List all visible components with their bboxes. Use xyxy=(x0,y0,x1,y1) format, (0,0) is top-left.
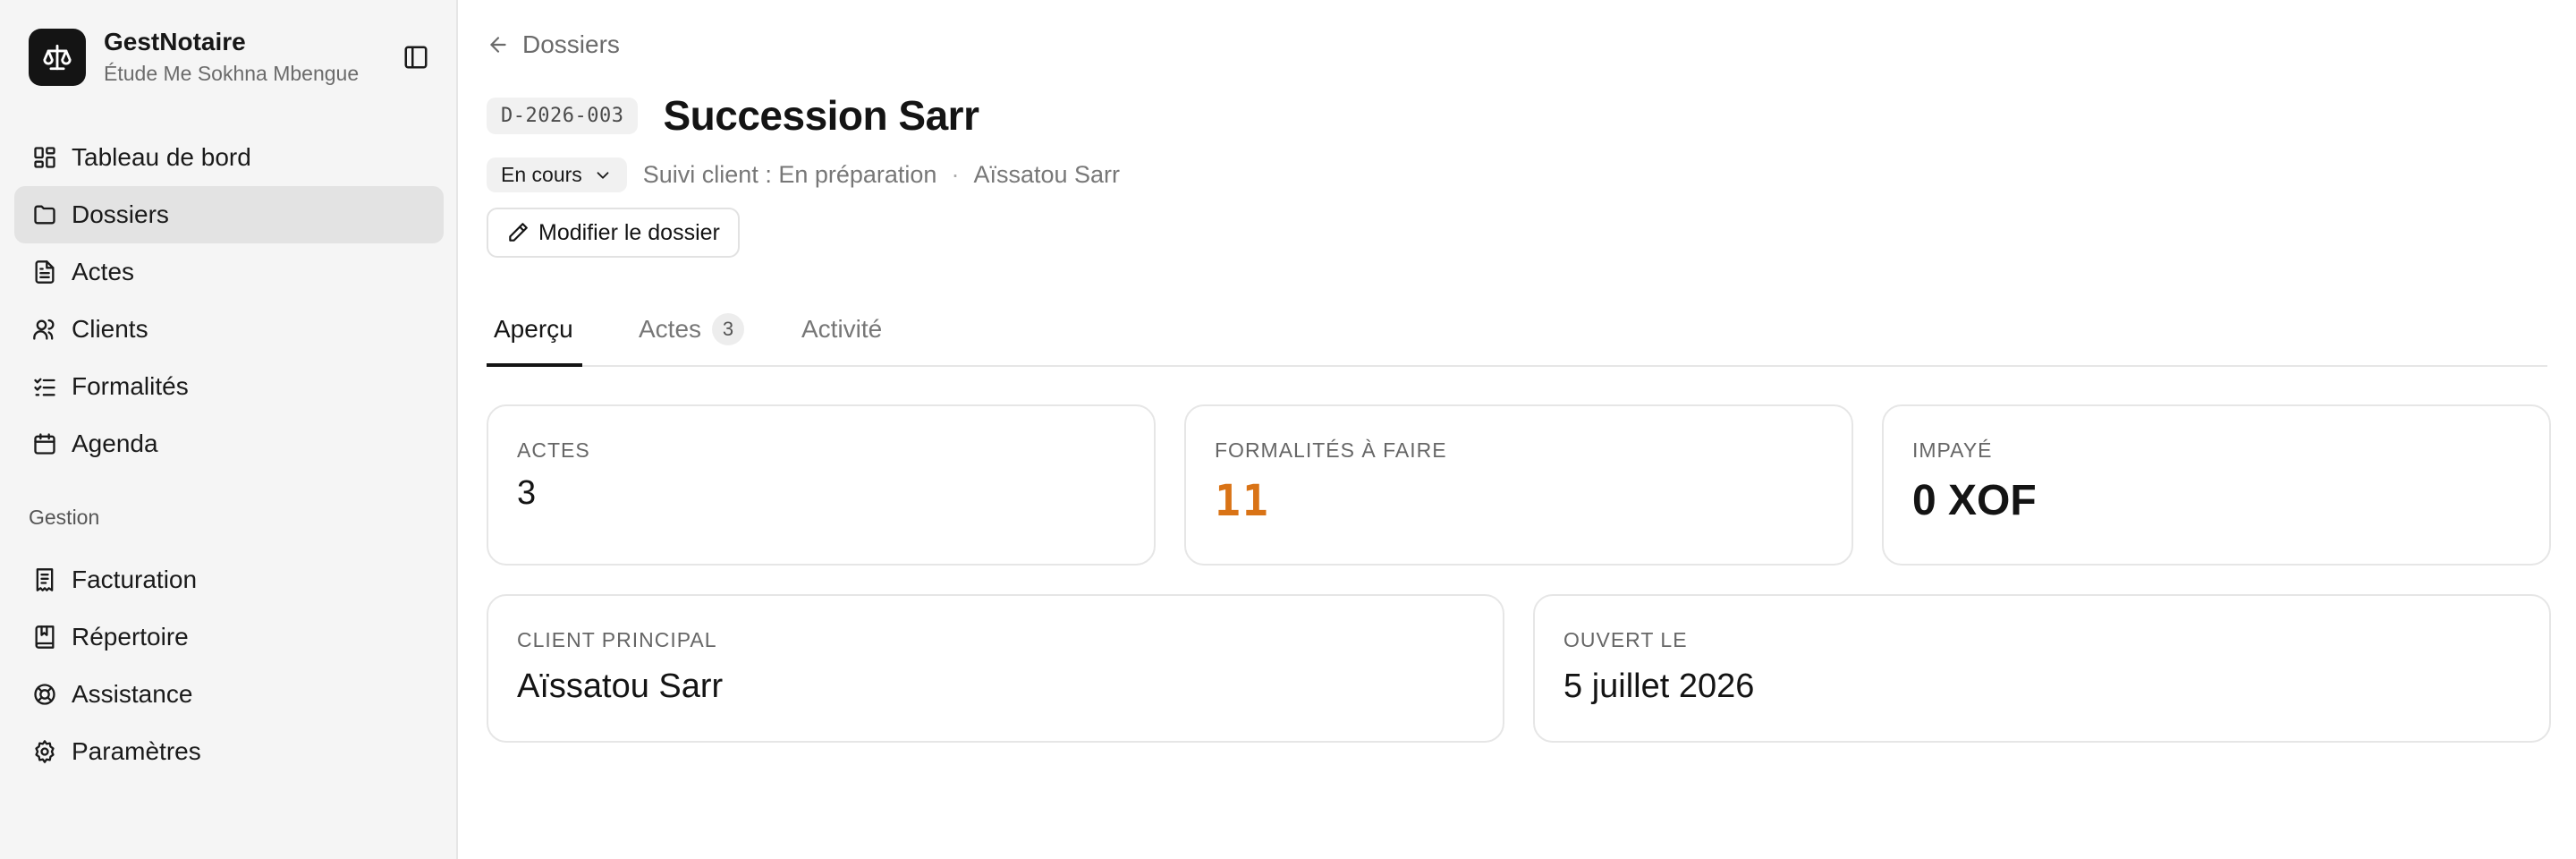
edit-dossier-label: Modifier le dossier xyxy=(538,219,720,245)
sidebar-item-dossiers[interactable]: Dossiers xyxy=(14,186,444,243)
list-checks-icon xyxy=(30,372,59,401)
title-row: D-2026-003 Succession Sarr xyxy=(487,91,979,140)
file-text-icon xyxy=(30,258,59,286)
back-to-dossiers-link[interactable]: Dossiers xyxy=(487,30,620,59)
receipt-icon xyxy=(30,566,59,594)
sidebar-item-label: Clients xyxy=(72,315,148,343)
stat-label: FORMALITÉS À FAIRE xyxy=(1215,438,1447,462)
sidebar-item-label: Agenda xyxy=(72,430,158,457)
chevron-down-icon xyxy=(582,166,613,185)
gear-icon xyxy=(30,737,59,766)
sidebar-item-label: Tableau de bord xyxy=(72,143,251,171)
stat-value: 11 xyxy=(1215,476,1270,526)
client-follow-status: Suivi client : En préparation xyxy=(642,161,937,188)
tab-label: Activité xyxy=(801,315,883,343)
brand: GestNotaire Étude Me Sokhna Mbengue xyxy=(29,27,359,88)
info-value: 5 juillet 2026 xyxy=(1563,668,1755,705)
life-buoy-icon xyxy=(30,680,59,709)
tab-count-badge: 3 xyxy=(712,313,745,345)
tab-activite[interactable]: Activité xyxy=(801,304,882,367)
sidebar-toggle-icon[interactable] xyxy=(399,40,433,74)
stat-card-actes: ACTES 3 xyxy=(487,404,1156,566)
calendar-icon xyxy=(30,430,59,458)
sidebar-item-actes[interactable]: Actes xyxy=(14,243,444,301)
sidebar-item-label: Dossiers xyxy=(72,200,169,228)
dossier-tabs: Aperçu Actes 3 Activité xyxy=(487,304,2547,367)
sidebar-item-formalites[interactable]: Formalités xyxy=(14,358,444,415)
sidebar-nav: Tableau de bord Dossiers Actes Clients F… xyxy=(14,129,444,780)
tab-label: Aperçu xyxy=(494,315,573,343)
dossier-reference-badge: D-2026-003 xyxy=(487,97,639,134)
stat-card-impaye: IMPAYÉ 0 XOF xyxy=(1882,404,2551,566)
info-value: Aïssatou Sarr xyxy=(517,668,724,705)
tab-actes[interactable]: Actes 3 xyxy=(639,304,745,367)
sidebar-item-agenda[interactable]: Agenda xyxy=(14,415,444,472)
stat-label: IMPAYÉ xyxy=(1912,438,1993,462)
page-title: Succession Sarr xyxy=(663,92,979,139)
sidebar-item-label: Assistance xyxy=(72,680,193,708)
stat-value: 3 xyxy=(517,474,537,512)
dossier-meta-row: En cours Suivi client : En préparation ·… xyxy=(487,157,1120,192)
sidebar-item-label: Formalités xyxy=(72,372,189,400)
users-icon xyxy=(30,315,59,344)
dossier-client-name: Aïssatou Sarr xyxy=(973,161,1121,188)
sidebar-item-tableau-de-bord[interactable]: Tableau de bord xyxy=(14,129,444,186)
folder-icon xyxy=(30,200,59,229)
dashboard-icon xyxy=(30,143,59,172)
book-icon xyxy=(30,623,59,651)
meta-separator: · xyxy=(951,161,960,188)
edit-dossier-button[interactable]: Modifier le dossier xyxy=(487,208,740,258)
info-label: CLIENT PRINCIPAL xyxy=(517,628,717,651)
sidebar-item-parametres[interactable]: Paramètres xyxy=(14,723,444,780)
sidebar-item-facturation[interactable]: Facturation xyxy=(14,551,444,608)
sidebar-section-label: Gestion xyxy=(29,506,100,529)
sidebar-item-label: Actes xyxy=(72,258,135,285)
tab-apercu[interactable]: Aperçu xyxy=(487,304,582,367)
sidebar-item-clients[interactable]: Clients xyxy=(14,301,444,358)
info-card-ouvert-le: OUVERT LE 5 juillet 2026 xyxy=(1533,594,2551,743)
status-select[interactable]: En cours xyxy=(487,157,627,192)
breadcrumb-label: Dossiers xyxy=(522,30,620,58)
brand-name: GestNotaire xyxy=(104,28,246,55)
brand-subtitle: Étude Me Sokhna Mbengue xyxy=(104,62,360,85)
stat-card-formalites: FORMALITÉS À FAIRE 11 xyxy=(1184,404,1853,566)
status-value: En cours xyxy=(501,163,582,186)
tab-label: Actes xyxy=(639,315,702,343)
scales-logo-icon xyxy=(29,29,86,86)
arrow-left-icon xyxy=(487,33,510,56)
app-root: GestNotaire Étude Me Sokhna Mbengue Tabl… xyxy=(0,0,2576,859)
info-label: OUVERT LE xyxy=(1563,628,1688,651)
sidebar: GestNotaire Étude Me Sokhna Mbengue Tabl… xyxy=(0,0,458,859)
stat-label: ACTES xyxy=(517,438,590,462)
info-card-client-principal: CLIENT PRINCIPAL Aïssatou Sarr xyxy=(487,594,1504,743)
sidebar-item-label: Paramètres xyxy=(72,737,201,765)
main-content: Dossiers D-2026-003 Succession Sarr En c… xyxy=(458,0,2576,859)
sidebar-item-label: Facturation xyxy=(72,566,198,593)
sidebar-item-label: Répertoire xyxy=(72,623,189,651)
sidebar-item-repertoire[interactable]: Répertoire xyxy=(14,608,444,666)
stat-value: 0 XOF xyxy=(1912,477,2037,524)
pencil-icon xyxy=(506,221,530,244)
sidebar-item-assistance[interactable]: Assistance xyxy=(14,666,444,723)
